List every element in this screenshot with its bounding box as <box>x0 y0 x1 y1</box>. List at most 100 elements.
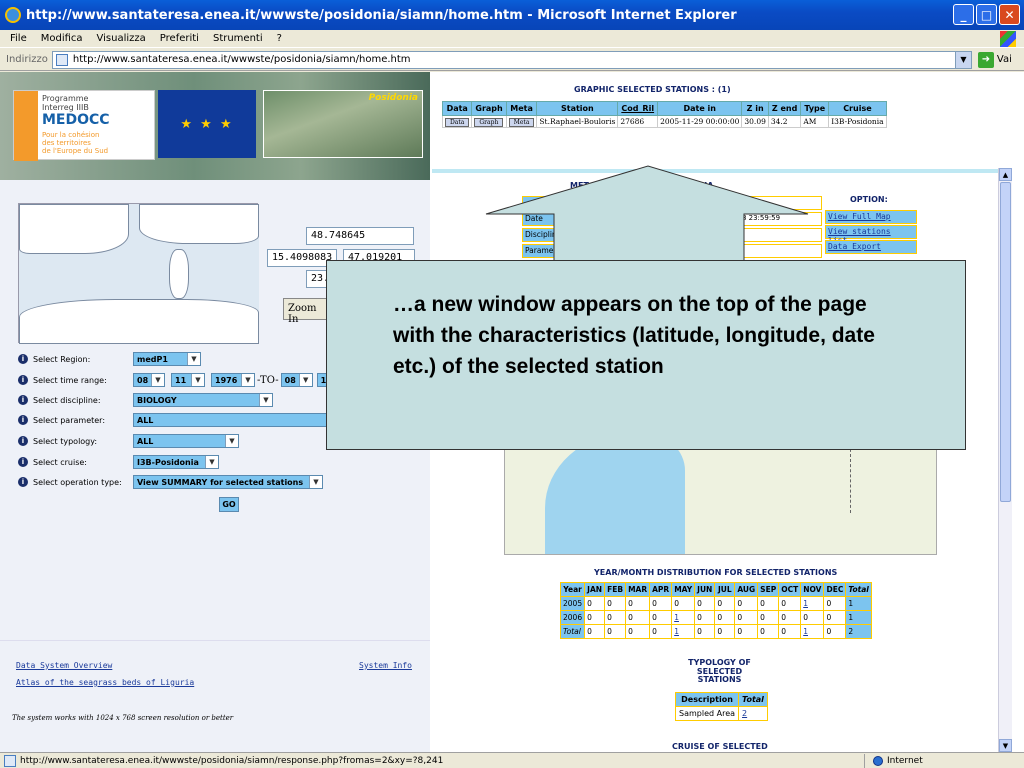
col-header: APR <box>649 582 673 597</box>
operation-select-value: View SUMMARY for selected stations <box>137 477 304 487</box>
table-row: Total 0 0 0 0 1 0 0 0 0 0 1 0 2 <box>559 624 872 639</box>
month-from-select[interactable]: 11 ▼ <box>171 373 205 387</box>
page-icon <box>55 53 68 66</box>
month-cell: 0 <box>778 596 802 611</box>
month-cell[interactable]: 1 <box>800 596 825 611</box>
typology-total[interactable]: 2 <box>738 706 768 721</box>
month-cell: 1 <box>845 610 872 625</box>
col-header: Cod_Ril <box>617 101 659 116</box>
typology-select[interactable]: ALL ▼ <box>133 434 239 448</box>
month-cell: 0 <box>800 610 825 625</box>
address-dropdown-button[interactable]: ▼ <box>954 51 971 68</box>
col-header: Meta <box>505 101 538 116</box>
discipline-select[interactable]: BIOLOGY ▼ <box>133 393 273 407</box>
info-icon: i <box>18 395 28 405</box>
window-title: http://www.santateresa.enea.it/wwwste/po… <box>26 7 737 23</box>
go-button[interactable]: ➜ Vai <box>977 51 1012 68</box>
scroll-down-button[interactable]: ▼ <box>999 739 1012 752</box>
scroll-thumb[interactable] <box>1000 182 1011 502</box>
cod-cell: 27686 <box>617 115 659 128</box>
info-icon: i <box>18 457 28 467</box>
form-label: Select typology: <box>33 436 98 446</box>
day-to-select[interactable]: 08 ▼ <box>280 373 313 387</box>
data-button[interactable]: Data <box>445 118 470 127</box>
ie-logo-icon <box>5 7 21 23</box>
year-from-select[interactable]: 1976 ▼ <box>211 373 255 387</box>
menu-preferiti[interactable]: Preferiti <box>160 33 199 44</box>
col-header: Year <box>559 582 586 597</box>
month-cell: 0 <box>584 624 606 639</box>
month-cell: 0 <box>671 596 696 611</box>
data-export-link[interactable]: Data Export <box>825 240 917 254</box>
info-icon: i <box>18 436 28 446</box>
col-header: JAN <box>584 582 606 597</box>
month-cell[interactable]: 1 <box>800 624 825 639</box>
month-cell: 0 <box>823 624 847 639</box>
address-input[interactable]: http://www.santateresa.enea.it/wwwste/po… <box>51 50 972 69</box>
close-button[interactable]: ✕ <box>999 4 1020 25</box>
minimize-button[interactable]: _ <box>953 4 974 25</box>
day-to-value: 08 <box>284 375 296 385</box>
month-cell: 2 <box>845 624 872 639</box>
view-full-map-link[interactable]: View Full Map <box>825 210 917 224</box>
meta-button[interactable]: Meta <box>508 118 535 127</box>
criteria-key: Parameter <box>522 244 596 258</box>
chevron-down-icon: ▼ <box>241 374 254 386</box>
month-cell: 0 <box>694 624 716 639</box>
month-from-value: 11 <box>175 375 187 385</box>
menu-visualizza[interactable]: Visualizza <box>97 33 146 44</box>
month-cell: 0 <box>694 610 716 625</box>
graph-button[interactable]: Graph <box>474 118 504 127</box>
lat-top-field[interactable]: 48.748645 <box>306 227 414 245</box>
chevron-down-icon: ▼ <box>259 394 272 406</box>
menu-file[interactable]: File <box>10 33 27 44</box>
form-row-region: i Select Region: medP1 ▼ <box>18 352 201 366</box>
vertical-scrollbar[interactable]: ▲ ▼ <box>998 168 1012 752</box>
region-select[interactable]: medP1 ▼ <box>133 352 201 366</box>
col-header: JUL <box>714 582 736 597</box>
data-system-overview-link[interactable]: Data System Overview <box>16 661 112 670</box>
month-cell[interactable]: 1 <box>671 624 696 639</box>
month-cell: 0 <box>604 624 627 639</box>
view-stations-list-link[interactable]: View stations list <box>825 225 917 245</box>
month-cell: 0 <box>778 610 802 625</box>
month-cell: 0 <box>649 596 673 611</box>
year-cell: 2005 <box>559 596 586 611</box>
month-cell: 0 <box>584 596 606 611</box>
operation-select[interactable]: View SUMMARY for selected stations ▼ <box>133 475 323 489</box>
col-header: Z in <box>741 101 769 116</box>
menu-modifica[interactable]: Modifica <box>41 33 83 44</box>
month-cell[interactable]: 1 <box>671 610 696 625</box>
info-icon: i <box>18 415 28 425</box>
region-select-value: medP1 <box>137 354 168 364</box>
frame-divider[interactable] <box>432 169 1012 173</box>
cruise-select[interactable]: I3B-Posidonia ▼ <box>133 455 219 469</box>
col-header: Z end <box>767 101 802 116</box>
logo-line1: Programme <box>42 94 89 103</box>
chevron-down-icon: ▼ <box>225 435 238 447</box>
typology-select-value: ALL <box>137 436 154 446</box>
menu-help[interactable]: ? <box>277 33 282 44</box>
maximize-button[interactable]: □ <box>976 4 997 25</box>
header-banner: Programme Interreg IIIB MEDOCC Pour la co… <box>0 72 430 180</box>
region-map[interactable] <box>18 203 259 344</box>
form-go-button[interactable]: GO <box>219 497 239 512</box>
month-cell: 0 <box>823 610 847 625</box>
logo-tag2: des territoires <box>42 139 91 147</box>
col-header: JUN <box>694 582 716 597</box>
posidonia-image: Posidonia <box>263 90 423 158</box>
menu-strumenti[interactable]: Strumenti <box>213 33 263 44</box>
atlas-link[interactable]: Atlas of the seagrass beds of Liguria <box>16 678 194 687</box>
month-cell: 0 <box>714 610 736 625</box>
table-row: 2005 0 0 0 0 0 0 0 0 0 0 1 0 1 <box>559 596 872 611</box>
option-title: OPTION: <box>850 195 888 204</box>
parameter-select[interactable]: ALL <box>133 413 329 427</box>
go-arrow-icon: ➜ <box>977 51 994 68</box>
day-from-select[interactable]: 08 ▼ <box>133 373 165 387</box>
month-cell: 0 <box>714 596 736 611</box>
scroll-up-button[interactable]: ▲ <box>999 168 1012 181</box>
chevron-down-icon: ▼ <box>191 374 204 386</box>
system-info-link[interactable]: System Info <box>359 661 412 670</box>
table-row: Data Graph Meta St.Raphael-Bouloris 2768… <box>441 115 887 128</box>
year-from-value: 1976 <box>215 375 238 385</box>
